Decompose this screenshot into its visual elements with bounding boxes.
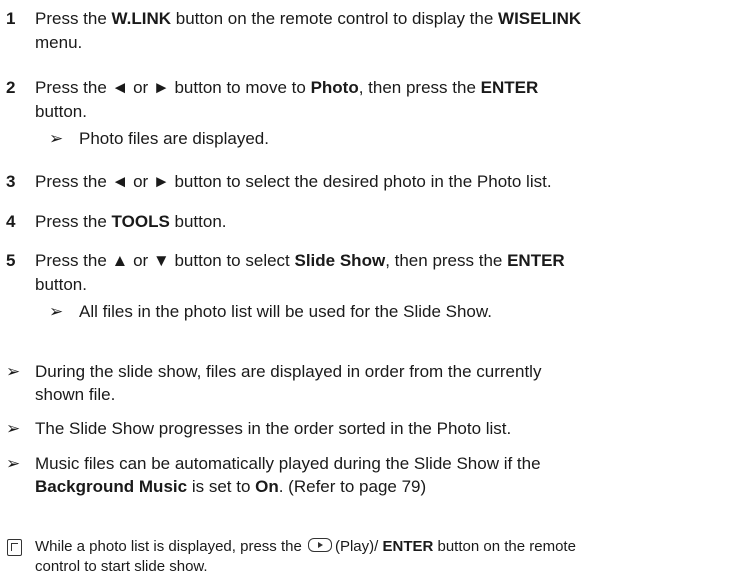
arrow-icon: ➢: [6, 362, 21, 381]
note-item: ➢ During the slide show, files are displa…: [6, 362, 542, 381]
step-number: 5: [6, 251, 16, 270]
step-number: 3: [6, 172, 16, 191]
arrow-icon: ➢: [49, 129, 64, 148]
note-item: ➢ The Slide Show progresses in the order …: [6, 419, 512, 438]
step-substep: ➢ All files in the photo list will be use…: [49, 302, 492, 321]
memo-text-cont: control to start slide show.: [35, 558, 208, 575]
arrow-icon: ➢: [6, 419, 21, 438]
note-item-cont: shown file.: [35, 385, 116, 404]
memo-text: While a photo list is displayed, press t…: [35, 538, 576, 555]
step-text: Press the ◄ or ► button to move to Photo…: [35, 78, 539, 97]
play-button-icon: [307, 538, 332, 552]
step-number: 1: [6, 9, 16, 28]
note-item: ➢ Music files can be automatically played…: [6, 454, 541, 473]
step-text: Press the W.LINK button on the remote co…: [35, 9, 582, 28]
step-text-cont: menu.: [35, 33, 83, 52]
step-text: Press the ◄ or ► button to select the de…: [35, 172, 552, 191]
note-item-cont: Background Music is set to On. (Refer to…: [35, 477, 427, 496]
manual-page: 1 Press the W.LINK button on the remote …: [0, 0, 743, 575]
step-text: Press the TOOLS button.: [35, 212, 227, 231]
step-text-cont: button.: [35, 102, 87, 121]
step-substep: ➢ Photo files are displayed.: [49, 129, 269, 148]
step-number: 4: [6, 212, 16, 231]
arrow-icon: ➢: [49, 302, 64, 321]
step-text-cont: button.: [35, 275, 87, 294]
arrow-icon: ➢: [6, 454, 21, 473]
step-text: Press the ▲ or ▼ button to select Slide …: [35, 251, 565, 270]
step-number: 2: [6, 78, 16, 97]
memo-icon: [7, 539, 22, 556]
